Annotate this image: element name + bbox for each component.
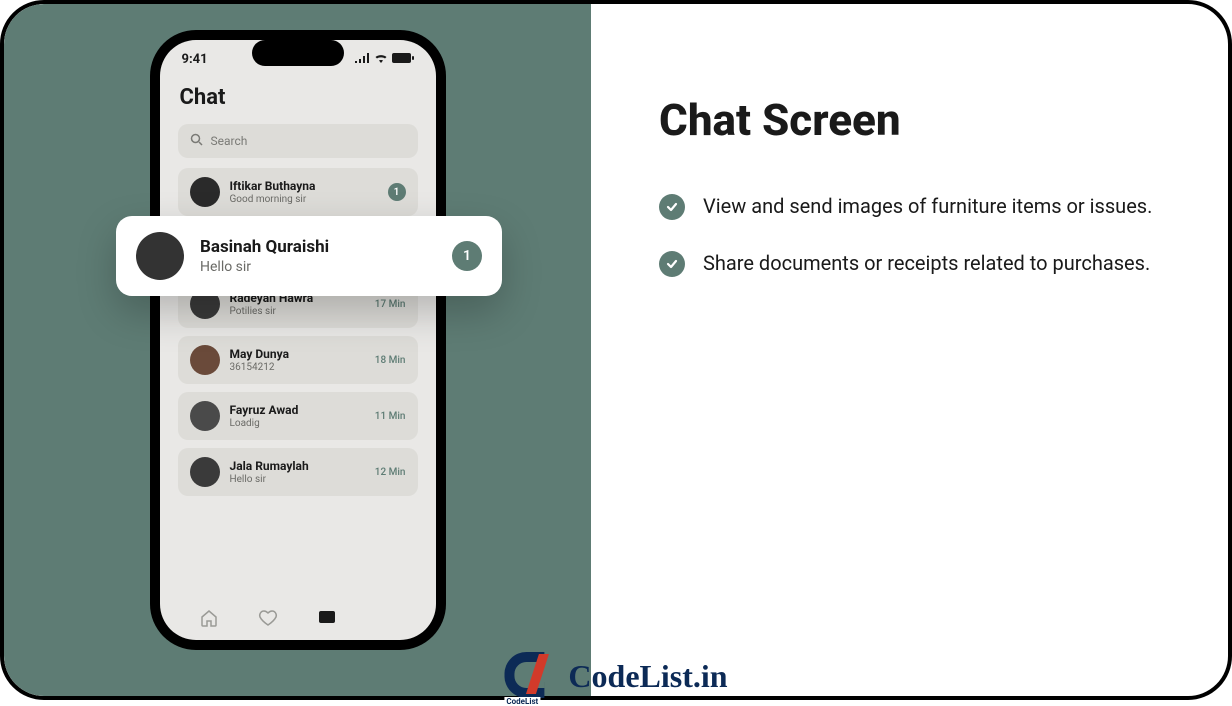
- search-icon: [190, 133, 203, 149]
- watermark-logo-icon: CodeList: [504, 652, 560, 700]
- chat-time: 12 Min: [375, 467, 406, 478]
- chat-time: 11 Min: [375, 411, 406, 422]
- chat-time: 17 Min: [375, 299, 406, 310]
- avatar: [136, 232, 184, 280]
- phone-notch: [252, 40, 344, 66]
- chat-name: Basinah Quraishi: [200, 237, 436, 257]
- status-time: 9:41: [182, 52, 208, 67]
- home-icon[interactable]: [199, 608, 219, 628]
- chat-name: May Dunya: [230, 347, 365, 361]
- chat-preview: Potilies sir: [230, 306, 365, 317]
- chat-item[interactable]: May Dunya36154212 18 Min: [178, 336, 418, 384]
- chat-item[interactable]: Jala RumaylahHello sir 12 Min: [178, 448, 418, 496]
- unread-badge: 1: [388, 183, 406, 201]
- search-input[interactable]: Search: [178, 124, 418, 158]
- section-title: Chat Screen: [659, 94, 1168, 146]
- avatar: [190, 177, 220, 207]
- feature-item: Share documents or receipts related to p…: [659, 249, 1168, 278]
- chat-preview: Good morning sir: [230, 194, 378, 205]
- avatar: [190, 345, 220, 375]
- chat-time: 18 Min: [375, 355, 406, 366]
- phone-mockup: 9:41 Chat: [150, 30, 446, 650]
- chat-item[interactable]: Iftikar ButhaynaGood morning sir 1: [178, 168, 418, 216]
- status-indicators: [355, 52, 414, 67]
- avatar: [190, 457, 220, 487]
- chat-name: Fayruz Awad: [230, 403, 365, 417]
- heart-icon[interactable]: [258, 608, 278, 628]
- phone-screen: 9:41 Chat: [160, 40, 436, 640]
- chat-preview: 36154212: [230, 362, 365, 373]
- chat-nav-icon[interactable]: [317, 608, 337, 628]
- check-icon: [659, 194, 685, 220]
- chat-item[interactable]: Fayruz AwadLoadig 11 Min: [178, 392, 418, 440]
- avatar: [190, 401, 220, 431]
- check-icon: [659, 251, 685, 277]
- feature-text: Share documents or receipts related to p…: [703, 249, 1150, 278]
- chat-preview: Hello sir: [230, 474, 365, 485]
- chat-preview: Loadig: [230, 418, 365, 429]
- showcase-panel: 9:41 Chat: [4, 4, 591, 696]
- bottom-nav: [160, 596, 436, 640]
- feature-item: View and send images of furniture items …: [659, 192, 1168, 221]
- watermark: CodeList CodeList.in: [504, 652, 727, 700]
- chat-preview: Hello sir: [200, 259, 436, 275]
- battery-icon: [392, 52, 414, 67]
- chat-name: Jala Rumaylah: [230, 459, 365, 473]
- profile-icon[interactable]: [376, 608, 396, 628]
- feature-text: View and send images of furniture items …: [703, 192, 1152, 221]
- watermark-text: CodeList.in: [568, 658, 727, 695]
- chat-name: Iftikar Buthayna: [230, 179, 378, 193]
- unread-badge: 1: [452, 241, 482, 271]
- description-panel: Chat Screen View and send images of furn…: [591, 4, 1228, 696]
- signal-icon: [355, 52, 370, 67]
- highlighted-chat-card[interactable]: Basinah Quraishi Hello sir 1: [116, 216, 502, 296]
- wifi-icon: [374, 52, 388, 67]
- page-title: Chat: [160, 67, 436, 124]
- search-placeholder: Search: [211, 134, 248, 148]
